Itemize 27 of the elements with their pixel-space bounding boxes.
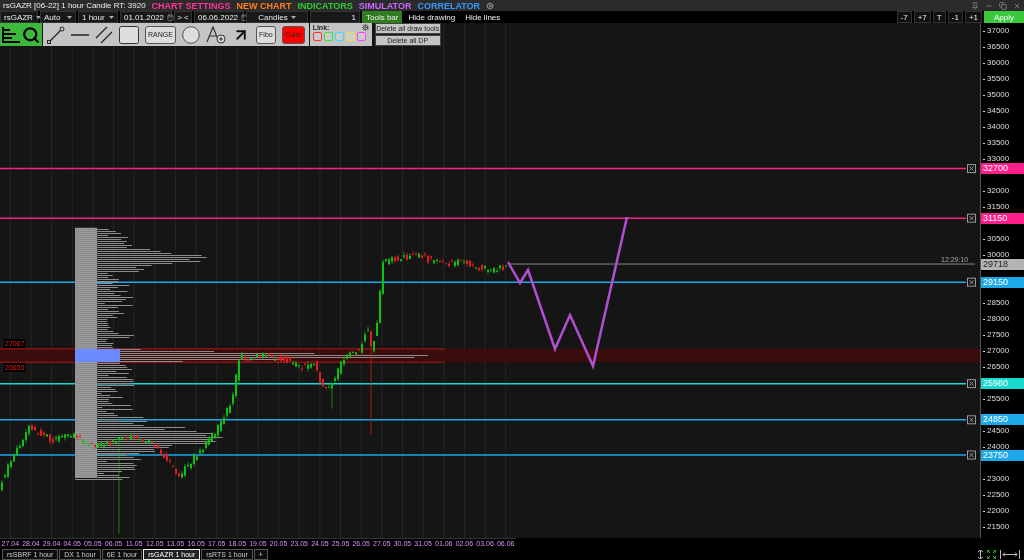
price-level-badge: 29150 xyxy=(981,276,1024,288)
shift-button[interactable]: +7 xyxy=(913,11,931,23)
window-title: rsGAZR [06-22] 1 hour Candle RT: 3920 xyxy=(3,1,146,10)
scale-select[interactable]: Auto xyxy=(40,11,76,23)
price-level-badge: 31150 xyxy=(981,212,1024,224)
current-price-badge: 29718 xyxy=(981,258,1024,270)
shift-button[interactable]: T xyxy=(932,11,946,23)
menu-link[interactable]: SIMULATOR xyxy=(358,0,412,11)
count-spinner[interactable]: 1 xyxy=(310,11,360,23)
start-date-field[interactable]: 01.01.2022 xyxy=(120,11,172,23)
menu-link[interactable]: CORRELATOR xyxy=(417,0,481,11)
menu-link[interactable]: CHART SETTINGS xyxy=(151,0,231,11)
shift-button[interactable]: +1 xyxy=(964,11,982,23)
price-level-badge: 24850 xyxy=(981,414,1024,426)
range-toggle-button[interactable]: > < xyxy=(174,11,192,23)
timeframe-select[interactable]: 1 hour xyxy=(78,11,118,23)
menu-link[interactable]: NEW CHART xyxy=(236,0,292,11)
symbol-select[interactable]: rsGAZR xyxy=(0,11,38,23)
price-level-badge: 23750 xyxy=(981,449,1024,461)
shift-button[interactable]: -1 xyxy=(947,11,963,23)
toolbar-button[interactable]: Tools bar xyxy=(362,11,403,23)
price-level-badge: 32700 xyxy=(981,163,1024,175)
price-level-badge: 25980 xyxy=(981,378,1024,390)
shift-button[interactable]: -7 xyxy=(896,11,912,23)
chart-type-select[interactable]: Candles xyxy=(246,11,308,23)
end-date-field[interactable]: 06.06.2022 xyxy=(194,11,244,23)
menu-link[interactable]: INDICATORS xyxy=(297,0,353,11)
